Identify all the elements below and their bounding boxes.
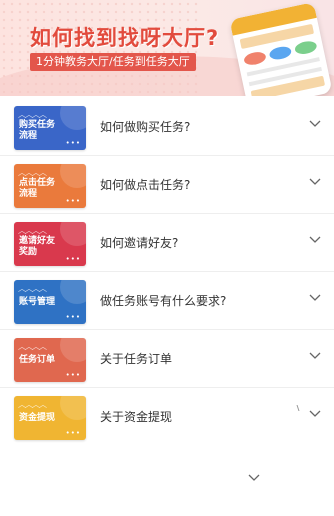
scroll-mark-icon xyxy=(296,405,300,411)
phone-illustration xyxy=(229,2,333,96)
chevron-down-icon[interactable] xyxy=(308,348,322,362)
chevron-down-icon[interactable] xyxy=(247,470,261,484)
chevron-down-icon[interactable] xyxy=(308,406,322,420)
faq-item-label: 如何做购买任务? xyxy=(100,120,191,134)
faq-item-label: 做任务账号有什么要求? xyxy=(100,294,227,308)
faq-item-withdrawal[interactable]: ︿︿︿︿ 资金提现 ••• 关于资金提现 xyxy=(0,388,334,446)
more-dots-icon: ••• xyxy=(65,139,81,147)
faq-item-purchase-task[interactable]: ︿︿︿︿ 购买任务 流程 ••• 如何做购买任务? xyxy=(0,98,334,156)
thumb-line2: 流程 xyxy=(19,189,38,199)
thumb-line1: 点击任务 xyxy=(19,178,56,188)
help-banner[interactable]: 如何找到找呀大厅? 1分钟教务大厅/任务到任务大厅 xyxy=(0,0,334,96)
faq-thumbnail: ︿︿︿︿ 购买任务 流程 ••• xyxy=(14,106,86,150)
faq-item-label: 关于资金提现 xyxy=(100,410,173,424)
faq-thumbnail: ︿︿︿︿ 账号管理 ••• xyxy=(14,280,86,324)
more-dots-icon: ••• xyxy=(65,429,81,437)
faq-thumbnail: ︿︿︿︿ 邀请好友 奖励 ••• xyxy=(14,222,86,266)
faq-item-label: 如何邀请好友? xyxy=(100,236,179,250)
banner-title: 如何找到找呀大厅? xyxy=(30,26,220,50)
faq-item-click-task[interactable]: ︿︿︿︿ 点击任务 流程 ••• 如何做点击任务? xyxy=(0,156,334,214)
faq-item-invite-friends[interactable]: ︿︿︿︿ 邀请好友 奖励 ••• 如何邀请好友? xyxy=(0,214,334,272)
faq-thumbnail: ︿︿︿︿ 任务订单 ••• xyxy=(14,338,86,382)
faq-item-task-orders[interactable]: ︿︿︿︿ 任务订单 ••• 关于任务订单 xyxy=(0,330,334,388)
thumb-line1: 邀请好友 xyxy=(19,236,56,246)
faq-item-account-requirements[interactable]: ︿︿︿︿ 账号管理 ••• 做任务账号有什么要求? xyxy=(0,272,334,330)
help-page: 如何找到找呀大厅? 1分钟教务大厅/任务到任务大厅 ︿︿︿︿ 购买任务 流程 ••… xyxy=(0,0,334,516)
more-dots-icon: ••• xyxy=(65,313,81,321)
chevron-down-icon[interactable] xyxy=(308,232,322,246)
chevron-down-icon[interactable] xyxy=(308,290,322,304)
banner-subtitle: 1分钟教务大厅/任务到任务大厅 xyxy=(30,53,196,71)
faq-item-label: 如何做点击任务? xyxy=(100,178,191,192)
thumb-line2: 流程 xyxy=(19,131,38,141)
faq-thumbnail: ︿︿︿︿ 点击任务 流程 ••• xyxy=(14,164,86,208)
more-dots-icon: ••• xyxy=(65,197,81,205)
more-dots-icon: ••• xyxy=(65,371,81,379)
more-dots-icon: ••• xyxy=(65,255,81,263)
faq-thumbnail: ︿︿︿︿ 资金提现 ••• xyxy=(14,396,86,440)
thumb-line1: 资金提现 xyxy=(19,413,56,423)
faq-list: ︿︿︿︿ 购买任务 流程 ••• 如何做购买任务? ︿︿︿︿ 点击任务 流程 •••… xyxy=(0,98,334,446)
thumb-line1: 购买任务 xyxy=(19,120,56,130)
faq-item-label: 关于任务订单 xyxy=(100,352,173,366)
chevron-down-icon[interactable] xyxy=(308,116,322,130)
thumb-line2: 奖励 xyxy=(19,247,38,257)
thumb-line1: 账号管理 xyxy=(19,297,56,307)
thumb-line1: 任务订单 xyxy=(19,355,56,365)
chevron-down-icon[interactable] xyxy=(308,174,322,188)
